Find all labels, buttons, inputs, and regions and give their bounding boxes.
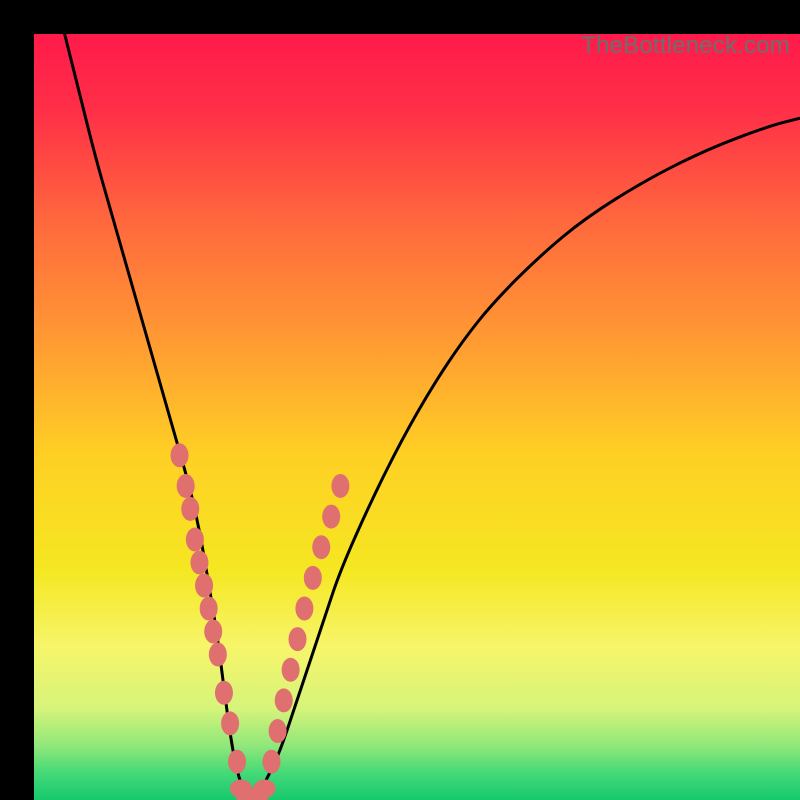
bead-left (215, 681, 233, 705)
bead-right (322, 505, 340, 529)
chart-frame: TheBottleneck.com (0, 0, 800, 800)
bead-left (209, 642, 227, 666)
bead-right (262, 750, 280, 774)
bead-left (190, 551, 208, 575)
bead-left (204, 619, 222, 643)
gradient-background (34, 34, 800, 800)
bead-right (275, 688, 293, 712)
bead-left (177, 474, 195, 498)
bead-left (181, 497, 199, 521)
bead-left (195, 574, 213, 598)
bead-right (289, 627, 307, 651)
bead-left (186, 528, 204, 552)
bead-left (171, 443, 189, 467)
bead-right (269, 719, 287, 743)
bead-left (228, 750, 246, 774)
watermark-text: TheBottleneck.com (581, 32, 790, 60)
bead-right (304, 566, 322, 590)
bead-left (200, 597, 218, 621)
bead-right (331, 474, 349, 498)
plot-svg (34, 34, 800, 800)
bead-left (221, 711, 239, 735)
bead-right (312, 535, 330, 559)
bead-right (282, 658, 300, 682)
bead-right (295, 597, 313, 621)
plot-area (34, 34, 800, 800)
bead-bottom (254, 780, 276, 798)
